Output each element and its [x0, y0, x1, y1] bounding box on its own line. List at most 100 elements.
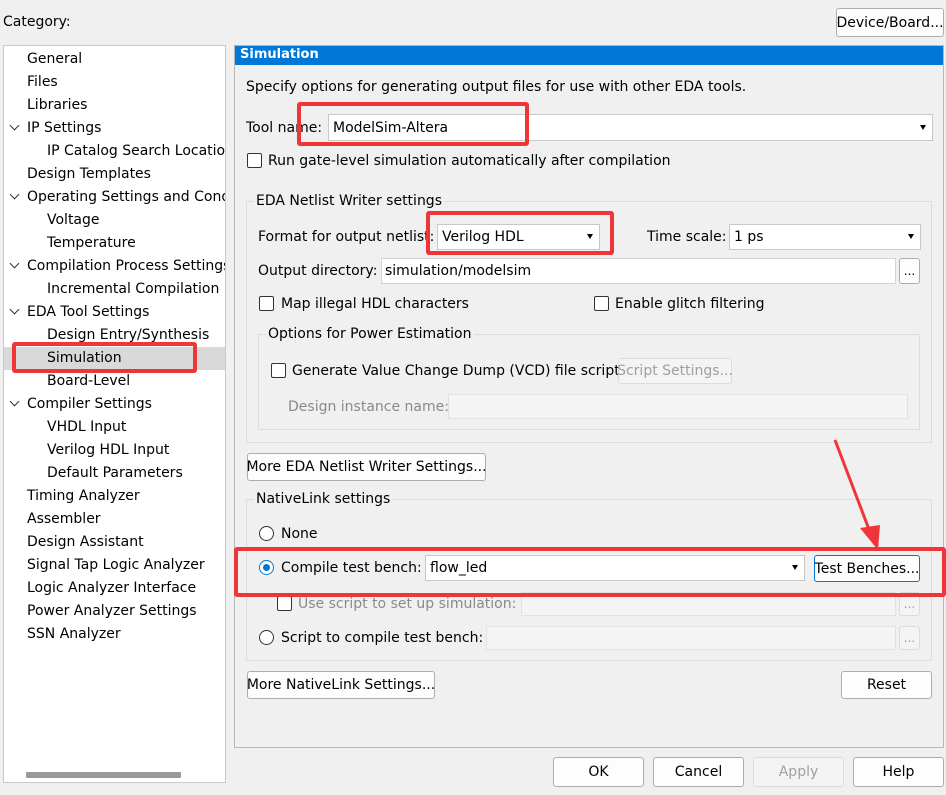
time-scale-label: Time scale:: [647, 229, 727, 245]
category-label: Category:: [3, 14, 71, 30]
use-script-checkbox[interactable]: [277, 596, 292, 611]
tree-item[interactable]: Compilation Process Settings: [4, 255, 226, 278]
tree-item-label: Board-Level: [47, 373, 131, 389]
instance-name-label: Design instance name:: [288, 399, 449, 415]
chevron-down-icon: [908, 234, 914, 239]
output-dir-browse-button[interactable]: ...: [899, 258, 920, 284]
tree-item[interactable]: Operating Settings and Conditions: [4, 186, 225, 209]
tree-item-label: IP Settings: [27, 120, 102, 136]
tree-item[interactable]: General: [4, 48, 225, 71]
tree-item-label: Incremental Compilation: [47, 281, 220, 297]
output-dir-input[interactable]: simulation/modelsim: [381, 258, 896, 284]
annotation-arrow-icon: [833, 439, 880, 550]
tree-item[interactable]: IP Settings: [4, 117, 225, 140]
tree-item[interactable]: Voltage: [4, 209, 225, 232]
vcd-label: Generate Value Change Dump (VCD) file sc…: [292, 363, 620, 379]
panel-title: Simulation: [240, 47, 319, 62]
map-illegal-checkbox[interactable]: [259, 296, 274, 311]
output-dir-value: simulation/modelsim: [385, 263, 532, 279]
tree-item[interactable]: Default Parameters: [4, 462, 225, 485]
tree-item[interactable]: SSN Analyzer: [4, 623, 225, 646]
apply-button[interactable]: Apply: [753, 757, 844, 787]
tree-item-label: Operating Settings and Conditions: [27, 189, 225, 205]
chevron-down-icon[interactable]: [9, 396, 20, 407]
tree-item[interactable]: Verilog HDL Input: [4, 439, 225, 462]
tree-item[interactable]: Timing Analyzer: [4, 485, 225, 508]
none-radio[interactable]: [259, 526, 274, 541]
time-scale-value: 1 ps: [734, 229, 764, 245]
chevron-down-icon[interactable]: [9, 189, 20, 200]
tree-item-label: Verilog HDL Input: [47, 442, 170, 458]
script-compile-label: Script to compile test bench:: [281, 630, 484, 646]
tree-item[interactable]: EDA Tool Settings: [4, 301, 225, 324]
tree-item[interactable]: Design Templates: [4, 163, 225, 186]
script-compile-input[interactable]: [486, 626, 896, 650]
run-gate-level-label: Run gate-level simulation automatically …: [268, 153, 671, 169]
map-illegal-label: Map illegal HDL characters: [281, 296, 469, 312]
nativelink-group-title: NativeLink settings: [254, 491, 393, 507]
tree-item[interactable]: Assembler: [4, 508, 225, 531]
tree-item[interactable]: Logic Analyzer Interface: [4, 577, 225, 600]
more-nativelink-settings-button[interactable]: More NativeLink Settings...: [247, 671, 435, 699]
cancel-button[interactable]: Cancel: [653, 757, 744, 787]
tree-item-label: IP Catalog Search Location: [47, 143, 226, 159]
ok-button[interactable]: OK: [553, 757, 644, 787]
tree-item-label: General: [27, 51, 83, 67]
tree-item[interactable]: Incremental Compilation: [4, 278, 225, 301]
panel-title-bar: Simulation: [235, 46, 943, 65]
script-compile-radio[interactable]: [259, 630, 274, 645]
tree-item-label: Libraries: [27, 97, 88, 113]
horizontal-scrollbar[interactable]: [4, 766, 225, 782]
instance-name-input[interactable]: [448, 394, 908, 419]
tree-item-label: EDA Tool Settings: [27, 304, 150, 320]
use-script-label: Use script to set up simulation:: [298, 596, 517, 612]
tree-item-label: Default Parameters: [47, 465, 183, 481]
tree-item-label: Voltage: [47, 212, 100, 228]
chevron-down-icon[interactable]: [9, 120, 20, 131]
tree-item-label: Temperature: [47, 235, 136, 251]
tree-item-label: VHDL Input: [47, 419, 127, 435]
glitch-filter-checkbox[interactable]: [594, 296, 609, 311]
tree-item[interactable]: Temperature: [4, 232, 225, 255]
tree-item[interactable]: Signal Tap Logic Analyzer: [4, 554, 225, 577]
chevron-down-icon: [920, 124, 926, 130]
tree-item-label: Logic Analyzer Interface: [27, 580, 197, 596]
tree-item-label: Signal Tap Logic Analyzer: [27, 557, 205, 573]
help-button[interactable]: Help: [853, 757, 944, 787]
reset-button[interactable]: Reset: [841, 671, 932, 699]
run-gate-level-checkbox[interactable]: [247, 153, 262, 168]
chevron-down-icon[interactable]: [9, 304, 20, 315]
tree-item-label: Design Templates: [27, 166, 151, 182]
tree-item-label: Compiler Settings: [27, 396, 152, 412]
power-group-title: Options for Power Estimation: [266, 326, 474, 342]
panel-description: Specify options for generating output fi…: [246, 79, 747, 95]
tree-item-label: Power Analyzer Settings: [27, 603, 197, 619]
tree-item-label: Assembler: [27, 511, 101, 527]
chevron-down-icon[interactable]: [9, 258, 20, 269]
tree-item[interactable]: Design Assistant: [4, 531, 225, 554]
glitch-filter-label: Enable glitch filtering: [615, 296, 765, 312]
device-board-button[interactable]: Device/Board...: [836, 8, 944, 37]
netlist-group-title: EDA Netlist Writer settings: [254, 193, 444, 209]
tree-item[interactable]: Power Analyzer Settings: [4, 600, 225, 623]
tree-item-label: Compilation Process Settings: [27, 258, 226, 274]
vcd-checkbox[interactable]: [271, 363, 286, 378]
tree-item[interactable]: IP Catalog Search Location: [4, 140, 226, 163]
highlight-tool-name: [297, 102, 529, 146]
tree-item-label: SSN Analyzer: [27, 626, 121, 642]
highlight-simulation-item: [12, 342, 197, 373]
tree-item[interactable]: Compiler Settings: [4, 393, 225, 416]
scrollbar-thumb[interactable]: [26, 772, 181, 778]
tree-item[interactable]: Files: [4, 71, 225, 94]
tree-item[interactable]: VHDL Input: [4, 416, 225, 439]
none-label: None: [281, 526, 318, 542]
tree-item-label: Design Assistant: [27, 534, 144, 550]
more-netlist-settings-button[interactable]: More EDA Netlist Writer Settings...: [246, 453, 487, 481]
highlight-format: [426, 211, 614, 255]
tree-item[interactable]: Board-Level: [4, 370, 225, 393]
category-tree[interactable]: General Files Libraries IP Settings IP Catal…: [3, 45, 226, 783]
time-scale-combo[interactable]: 1 ps: [729, 224, 921, 250]
script-compile-browse-button[interactable]: ...: [899, 626, 920, 650]
script-settings-button[interactable]: Script Settings...: [617, 358, 733, 384]
tree-item[interactable]: Libraries: [4, 94, 225, 117]
